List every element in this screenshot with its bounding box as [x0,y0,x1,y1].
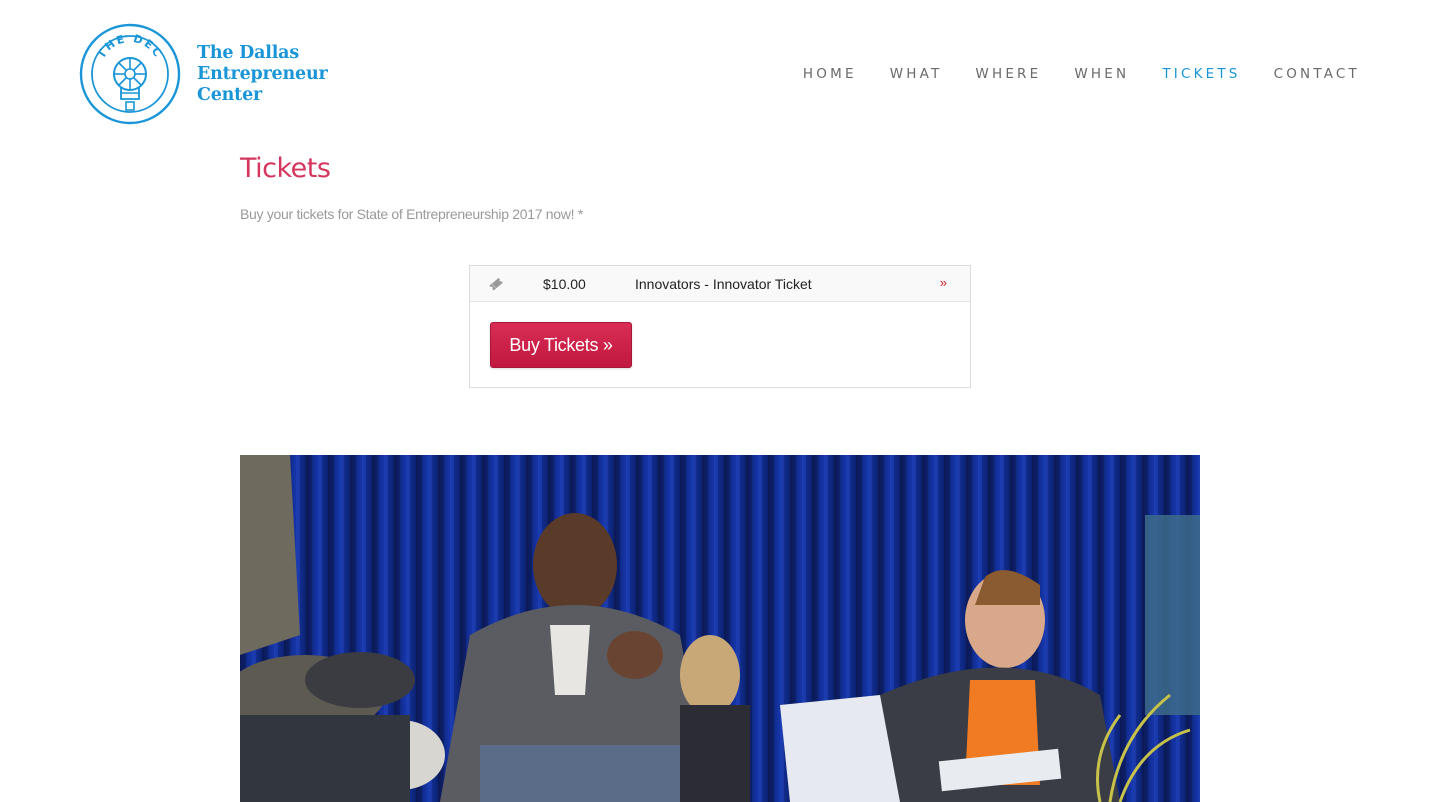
ticket-expand-link[interactable]: » [940,275,947,290]
nav-what[interactable]: WHAT [890,64,943,84]
ticket-widget: $10.00 Innovators - Innovator Ticket » B… [469,265,971,388]
lightbulb-logo-icon: THE DEC [79,23,181,125]
intro-text: Buy your tickets for State of Entreprene… [240,206,583,222]
panel-discussion-image [240,455,1200,802]
ticket-name: Innovators - Innovator Ticket [635,276,812,292]
logo-line-3: Center [197,84,263,105]
nav-when[interactable]: WHEN [1074,64,1129,84]
nav-home[interactable]: HOME [803,64,857,84]
nav-where[interactable]: WHERE [975,64,1041,84]
page-title: Tickets [240,153,331,184]
ticket-price: $10.00 [543,276,586,292]
nav-tickets[interactable]: TICKETS [1162,64,1240,84]
logo-line-2: Entrepreneur [197,63,328,84]
svg-text:THE DEC: THE DEC [95,32,165,61]
buy-tickets-button[interactable]: Buy Tickets » [490,322,632,368]
logo-line-1: The Dallas [197,42,299,63]
nav-contact[interactable]: CONTACT [1274,64,1360,84]
site-logo[interactable]: THE DEC The Dallas Entrepreneur Center [79,22,359,126]
logo-badge-text: THE DEC [95,32,163,61]
ticket-row[interactable]: $10.00 Innovators - Innovator Ticket » [470,266,970,302]
main-nav: HOME WHAT WHERE WHEN TICKETS CONTACT [770,64,1360,84]
logo-wordmark: The Dallas Entrepreneur Center [197,43,328,106]
event-photo [240,455,1200,802]
ticket-icon [489,277,503,291]
